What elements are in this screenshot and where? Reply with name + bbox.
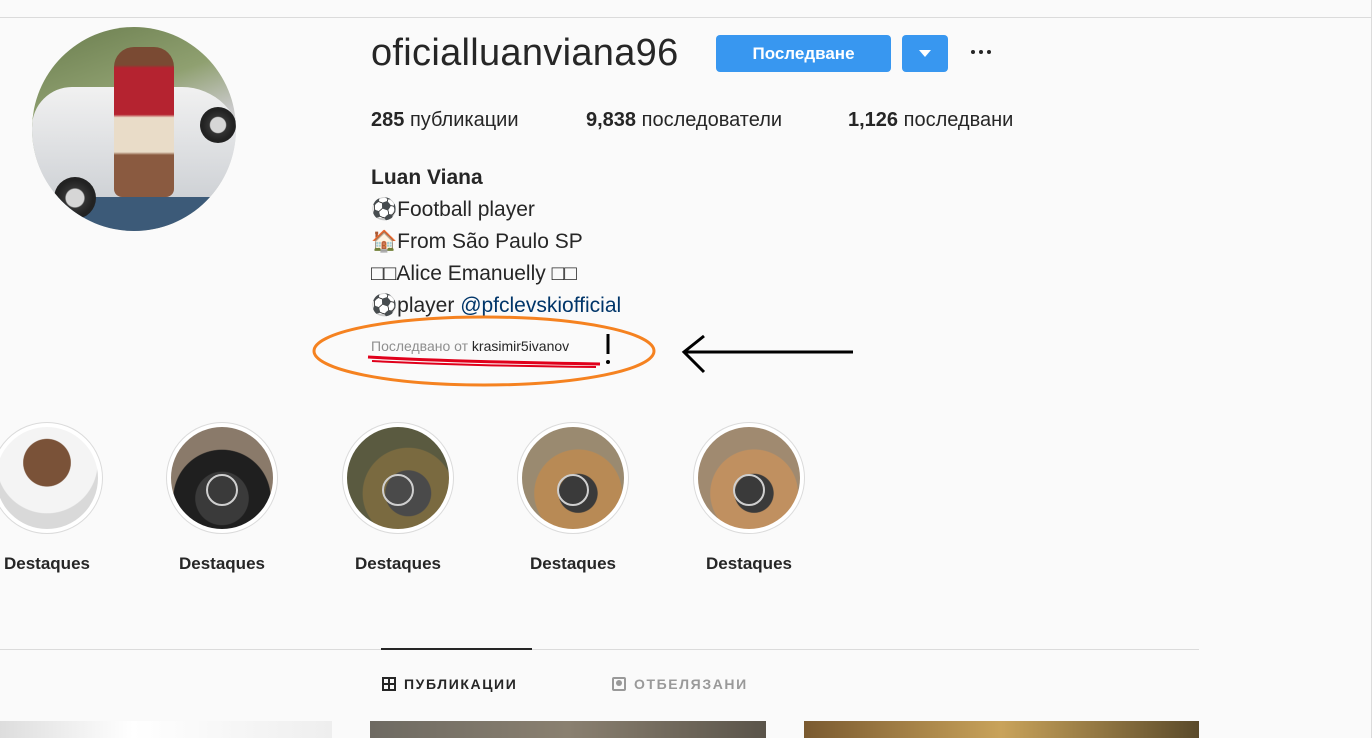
annotation-underline bbox=[371, 360, 597, 368]
tab-tagged[interactable]: ОТБЕЛЯЗАНИ bbox=[612, 676, 748, 692]
annotation-underline bbox=[367, 355, 601, 366]
steering-logo-icon bbox=[733, 474, 765, 507]
followed-by-prefix: Последвано от bbox=[371, 338, 472, 354]
highlight-item[interactable]: Destaques bbox=[513, 422, 633, 574]
annotation-arrow bbox=[681, 334, 853, 374]
steering-logo-icon bbox=[557, 474, 589, 507]
bio-line: □□Alice Emanuelly □□ bbox=[371, 262, 577, 285]
highlight-cover bbox=[0, 427, 98, 529]
follow-button[interactable]: Последване bbox=[716, 35, 891, 72]
highlight-ring bbox=[517, 422, 629, 534]
highlight-label: Destaques bbox=[179, 554, 265, 573]
profile-username: oficialluanviana96 bbox=[371, 32, 679, 74]
highlight-item[interactable]: Destaques bbox=[0, 422, 107, 574]
stat-followers-label: последователи bbox=[641, 109, 783, 131]
bio-line-prefix: ⚽player bbox=[371, 294, 461, 317]
highlight-item[interactable]: Destaques bbox=[338, 422, 458, 574]
highlight-label: Destaques bbox=[530, 554, 616, 573]
tab-posts-label: ПУБЛИКАЦИИ bbox=[404, 676, 518, 692]
highlight-ring bbox=[342, 422, 454, 534]
stat-followers-count: 9,838 bbox=[586, 109, 637, 131]
highlight-cover bbox=[347, 427, 449, 529]
post-thumbnail[interactable] bbox=[0, 721, 332, 738]
bio-line: 🏠From São Paulo SP bbox=[371, 230, 583, 253]
stat-following-count: 1,126 bbox=[848, 109, 899, 131]
grid-icon bbox=[382, 677, 396, 691]
highlight-cover bbox=[522, 427, 624, 529]
highlight-label: Destaques bbox=[4, 554, 90, 573]
bio-full-name: Luan Viana bbox=[371, 166, 483, 189]
bio-line: ⚽Football player bbox=[371, 198, 535, 221]
post-thumbnail[interactable] bbox=[804, 721, 1199, 738]
highlight-ring bbox=[693, 422, 805, 534]
stat-posts-label: публикации bbox=[409, 109, 519, 131]
tab-posts[interactable]: ПУБЛИКАЦИИ bbox=[382, 676, 517, 692]
stat-posts[interactable]: 285 публикации bbox=[371, 109, 519, 132]
followed-by-user-link[interactable]: krasimir5ivanov bbox=[472, 338, 569, 354]
highlight-label: Destaques bbox=[706, 554, 792, 573]
stat-followers[interactable]: 9,838 последователи bbox=[586, 109, 782, 132]
dot-icon bbox=[979, 50, 983, 54]
tab-tagged-label: ОТБЕЛЯЗАНИ bbox=[634, 676, 748, 692]
highlight-item[interactable]: Destaques bbox=[689, 422, 809, 574]
bio-line: ⚽player @pfclevskiofficial bbox=[371, 290, 621, 322]
more-options-button[interactable] bbox=[966, 38, 996, 66]
stat-following[interactable]: 1,126 последвани bbox=[848, 109, 1013, 132]
steering-logo-icon bbox=[206, 474, 238, 507]
highlight-ring bbox=[0, 422, 103, 534]
avatar-wheel bbox=[54, 177, 96, 219]
top-divider bbox=[0, 17, 1372, 18]
bio-mention-link[interactable]: @pfclevskiofficial bbox=[460, 294, 621, 317]
avatar-person bbox=[114, 47, 174, 197]
annotation-exclamation-dot bbox=[606, 360, 610, 364]
followed-by: Последвано от krasimir5ivanov bbox=[371, 338, 569, 354]
chevron-down-icon bbox=[919, 50, 931, 57]
follow-dropdown-button[interactable] bbox=[902, 35, 948, 72]
stat-posts-count: 285 bbox=[371, 109, 405, 131]
stat-following-label: последвани bbox=[903, 109, 1014, 131]
dot-icon bbox=[987, 50, 991, 54]
highlight-cover bbox=[171, 427, 273, 529]
highlight-label: Destaques bbox=[355, 554, 441, 573]
highlight-ring bbox=[166, 422, 278, 534]
avatar-wheel bbox=[200, 107, 236, 143]
active-tab-indicator bbox=[381, 648, 532, 650]
tabs-divider bbox=[0, 649, 1199, 650]
dot-icon bbox=[971, 50, 975, 54]
profile-avatar[interactable] bbox=[32, 27, 236, 231]
steering-logo-icon bbox=[382, 474, 414, 507]
tagged-user-icon bbox=[612, 677, 626, 691]
highlight-item[interactable]: Destaques bbox=[162, 422, 282, 574]
profile-bio: Luan Viana ⚽Football player 🏠From São Pa… bbox=[371, 162, 621, 322]
highlight-cover bbox=[698, 427, 800, 529]
post-thumbnail[interactable] bbox=[370, 721, 766, 738]
